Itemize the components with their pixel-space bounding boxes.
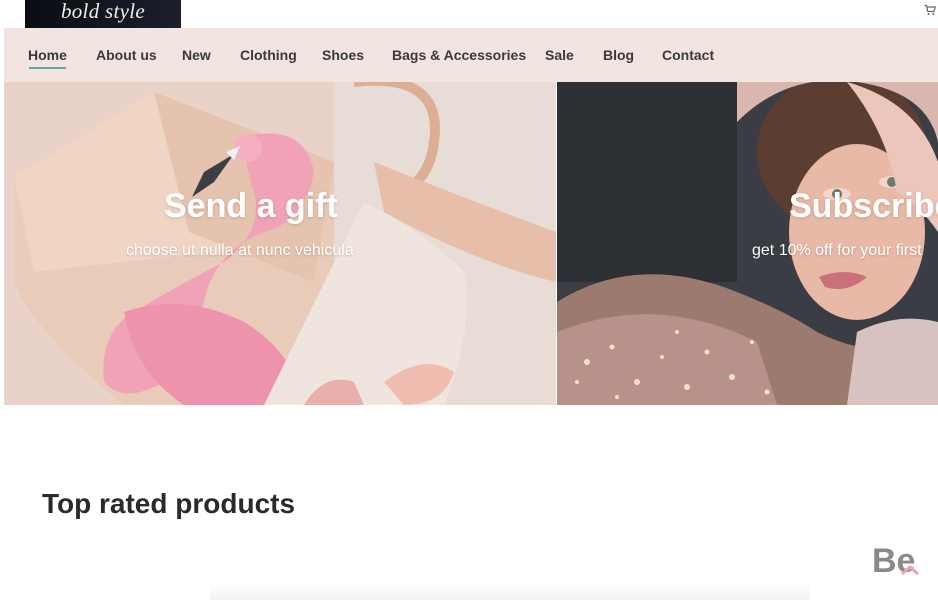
nav-item-new[interactable]: New: [182, 47, 211, 63]
nav-item-bags-accessories[interactable]: Bags & Accessories: [392, 47, 526, 63]
gift-banner-title: Send a gift: [164, 187, 338, 225]
behance-icon: Be: [872, 542, 919, 580]
brand-logo-text: bold style: [60, 0, 146, 23]
nav-item-home[interactable]: Home: [28, 47, 67, 63]
cart-icon[interactable]: [924, 4, 936, 16]
gift-banner[interactable]: Send a gift choose ut nulla at nunc vehi…: [4, 82, 556, 405]
top-rated-products-heading: Top rated products: [42, 488, 296, 519]
main-navigation: Home About us New Clothing Shoes Bags & …: [4, 28, 938, 82]
nav-item-blog[interactable]: Blog: [603, 47, 634, 63]
nav-item-sale[interactable]: Sale: [545, 47, 574, 63]
nav-item-shoes[interactable]: Shoes: [322, 47, 364, 63]
product-carousel-edge: [210, 584, 810, 600]
nav-active-underline: [29, 67, 66, 69]
brand-logo[interactable]: bold style: [25, 0, 181, 28]
nav-item-about-us[interactable]: About us: [96, 47, 157, 63]
subscribe-banner-subtitle: get 10% off for your first: [752, 242, 922, 259]
page: bold style Home About us New Clothing Sh…: [0, 0, 938, 600]
nav-item-clothing[interactable]: Clothing: [240, 47, 297, 63]
nav-item-contact[interactable]: Contact: [662, 47, 714, 63]
subscribe-banner-title: Subscribe: [789, 187, 938, 225]
gift-banner-subtitle: choose ut nulla at nunc vehicula: [126, 242, 354, 259]
subscribe-banner[interactable]: Subscribe get 10% off for your first: [557, 82, 938, 405]
behance-badge-text: Be: [872, 542, 915, 580]
